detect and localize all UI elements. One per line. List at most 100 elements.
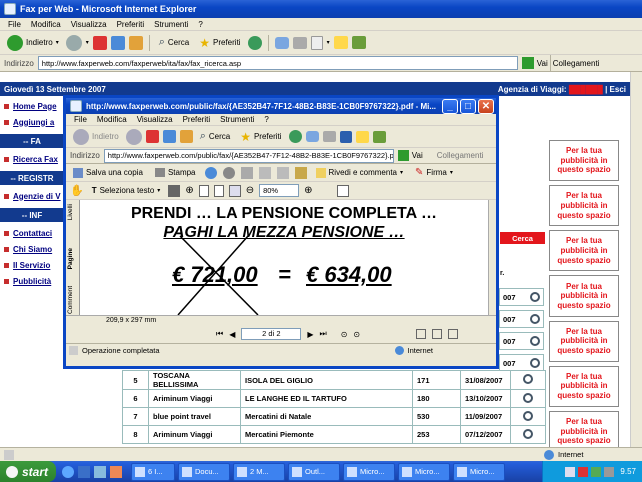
view-fax-icon[interactable] <box>523 410 533 421</box>
back-button[interactable]: Indietro ▾ <box>4 34 62 52</box>
email-icon[interactable] <box>204 166 217 179</box>
main-scrollbar[interactable] <box>630 72 642 452</box>
folder-icon[interactable] <box>333 36 348 49</box>
taskbar-button[interactable]: Micro... <box>453 462 505 481</box>
table-row[interactable]: 5 TOSCANA BELLISSIMA ISOLA DEL GIGLIO 171 31… <box>122 370 546 390</box>
cell-view[interactable] <box>510 425 546 444</box>
ad-slot[interactable]: Per la tua pubblicità in questo spazio <box>549 275 619 317</box>
print-button[interactable]: Stampa <box>152 164 199 182</box>
view-fax-icon[interactable] <box>530 358 540 368</box>
taskbar-button[interactable]: Outl... <box>288 462 340 481</box>
menu-file[interactable]: File <box>74 115 87 124</box>
tab-pages[interactable]: Pagine <box>67 248 74 269</box>
home-icon[interactable] <box>179 130 193 143</box>
review-button[interactable]: Rivedi e commenta ▾ <box>313 164 407 182</box>
zoom-in-icon[interactable]: ⊕ <box>304 185 312 196</box>
table-row[interactable]: 6 Ariminum Viaggi LE LANGHE ED IL TARTUFO 1… <box>122 389 546 408</box>
table-row[interactable]: 8 Ariminum Viaggi Mercatini Piemonte 253 07/… <box>122 425 546 444</box>
view-fax-icon[interactable] <box>530 314 540 324</box>
go-arrow-icon[interactable] <box>521 57 534 69</box>
mail-icon[interactable] <box>274 36 289 49</box>
links-label[interactable]: Collegamenti <box>437 151 484 160</box>
nav-link[interactable]: Ricerca Fax <box>0 151 64 167</box>
print-icon[interactable] <box>322 131 336 142</box>
refresh-icon[interactable] <box>110 35 125 50</box>
menu-edit[interactable]: Modifica <box>97 115 127 124</box>
close-button[interactable]: ✕ <box>478 98 494 114</box>
outlook-launch-icon[interactable] <box>78 465 90 478</box>
folder-icon[interactable] <box>355 130 369 143</box>
tray-icon[interactable] <box>591 466 602 477</box>
facing-icon[interactable] <box>448 329 459 339</box>
menu-edit[interactable]: Modifica <box>31 20 61 29</box>
address-input[interactable]: http://www.faxperweb.com/public/fax/{AE3… <box>103 148 394 163</box>
actual-size-icon[interactable] <box>198 184 209 197</box>
cell-view[interactable] <box>510 407 546 426</box>
zoom-in-icon[interactable]: ⊕ <box>185 185 193 196</box>
menu-favorites[interactable]: Preferiti <box>183 115 211 124</box>
address-input[interactable]: http://www.faxperweb.com/faxperweb/ita/f… <box>37 56 518 70</box>
media-launch-icon[interactable] <box>110 465 122 478</box>
first-page-icon[interactable]: ⏮ <box>216 329 223 339</box>
view-fax-icon[interactable] <box>523 392 533 403</box>
home-icon[interactable] <box>128 35 143 50</box>
find-icon[interactable] <box>222 166 235 179</box>
view-fax-icon[interactable] <box>530 292 540 302</box>
page-number-field[interactable]: 2 di 2 <box>241 328 302 340</box>
start-button[interactable]: start <box>0 461 56 482</box>
forward-arrow-icon[interactable] <box>125 128 142 145</box>
exit-link[interactable]: Esci <box>610 85 626 94</box>
select-text-button[interactable]: T Seleziona testo ▾ <box>89 182 164 200</box>
menu-view[interactable]: Visualizza <box>71 20 107 29</box>
ad-slot[interactable]: Per la tua pubblicità in questo spazio <box>549 320 619 362</box>
nav-link[interactable]: Chi Siamo <box>0 241 64 257</box>
lock-icon[interactable] <box>294 166 307 179</box>
fit-page-icon[interactable] <box>213 184 224 197</box>
ad-slot[interactable]: Per la tua pubblicità in questo spazio <box>549 140 619 182</box>
ad-slot[interactable]: Per la tua pubblicità in questo spazio <box>549 185 619 227</box>
favorites-button[interactable]: ★ Preferiti <box>196 34 243 52</box>
mail-icon[interactable] <box>305 131 319 142</box>
refresh-icon[interactable] <box>162 130 176 143</box>
edit-icon[interactable] <box>310 35 323 50</box>
maximize-button[interactable]: □ <box>460 98 476 114</box>
clock[interactable]: 9.57 <box>620 467 636 476</box>
go-button[interactable]: Vai <box>412 151 423 160</box>
search-button-site[interactable]: Cerca <box>500 232 545 244</box>
ad-slot[interactable]: Per la tua pubblicità in questo spazio <box>549 230 619 272</box>
snapshot-icon[interactable] <box>168 184 181 197</box>
history-icon[interactable] <box>247 35 262 50</box>
desktop-launch-icon[interactable] <box>94 465 106 478</box>
taskbar-button[interactable]: Docu... <box>178 462 230 481</box>
menu-file[interactable]: File <box>8 20 21 29</box>
zoom-select[interactable]: 80% <box>259 184 300 197</box>
favorites-button[interactable]: ★ Preferiti <box>237 128 284 146</box>
zoom-out-icon[interactable]: ⊖ <box>246 185 254 196</box>
hand-tool-icon[interactable]: ✋ <box>70 184 84 197</box>
nav-link[interactable]: Contattaci <box>0 225 64 241</box>
view-fax-icon[interactable] <box>523 374 533 384</box>
view-fax-icon[interactable] <box>530 336 540 346</box>
single-page-icon[interactable] <box>416 329 427 339</box>
word-icon[interactable] <box>339 130 352 143</box>
rotate-icon[interactable] <box>337 184 350 197</box>
taskbar-button[interactable]: 6 I... <box>131 462 175 481</box>
ie-launch-icon[interactable] <box>62 465 74 478</box>
nav-link[interactable]: Pubblicità <box>0 273 64 289</box>
forward-arrow-icon[interactable] <box>65 34 82 51</box>
continuous-icon[interactable] <box>432 329 443 339</box>
menu-help[interactable]: ? <box>198 20 202 29</box>
nav-link[interactable]: Aggiungi a <box>0 114 64 130</box>
tray-icon[interactable] <box>578 466 589 477</box>
forward-view-icon[interactable]: ⊙ <box>353 330 360 339</box>
cell-view[interactable] <box>510 389 546 408</box>
messenger-icon[interactable] <box>372 130 386 143</box>
next-page-icon[interactable]: ▶ <box>307 330 313 339</box>
menu-favorites[interactable]: Preferiti <box>117 20 145 29</box>
print-icon[interactable] <box>292 36 307 49</box>
tab-comments[interactable]: Commenti <box>67 286 74 314</box>
go-button[interactable]: Vai <box>537 59 548 68</box>
taskbar-button[interactable]: 2 M... <box>233 462 285 481</box>
pdf-v-scrollbar[interactable] <box>488 200 496 315</box>
ad-slot[interactable]: Per la tua pubblicità in questo spazio <box>549 365 619 407</box>
